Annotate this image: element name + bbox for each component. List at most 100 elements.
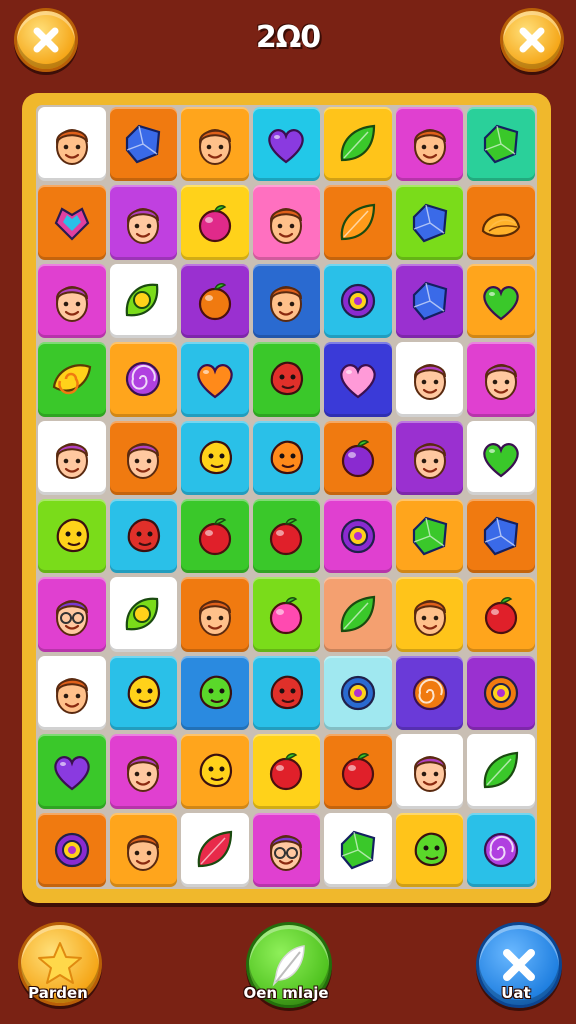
pardon-label: Parden — [28, 984, 88, 1002]
right-close-button[interactable] — [500, 8, 564, 72]
game-tile[interactable] — [252, 263, 321, 339]
game-tile[interactable] — [395, 420, 464, 495]
game-tile[interactable] — [467, 420, 535, 495]
game-tile[interactable] — [38, 499, 106, 574]
game-tile[interactable] — [467, 107, 535, 182]
game-tile[interactable] — [467, 342, 535, 417]
yellow-creature-icon — [56, 518, 89, 553]
face-man-icon — [270, 207, 303, 244]
game-tile[interactable] — [324, 499, 392, 574]
game-tile[interactable] — [38, 812, 106, 887]
face-man-icon — [270, 285, 303, 322]
pink-heart-icon — [340, 364, 376, 399]
pink-fruit-icon — [270, 596, 303, 634]
game-tile[interactable] — [467, 185, 535, 260]
game-tile[interactable] — [324, 734, 392, 809]
game-tile[interactable] — [467, 263, 535, 339]
game-tile[interactable] — [181, 499, 249, 574]
right-close-label: Uat — [501, 984, 531, 1002]
game-tile[interactable] — [395, 185, 464, 260]
game-tile[interactable] — [467, 655, 535, 731]
green-gem-icon — [412, 516, 447, 556]
game-tile[interactable] — [324, 107, 392, 182]
game-tile[interactable] — [467, 499, 535, 574]
game-tile[interactable] — [324, 342, 392, 417]
game-tile[interactable] — [181, 655, 249, 731]
face-woman-icon — [127, 207, 160, 244]
game-tile[interactable] — [467, 812, 535, 887]
face-woman-icon — [127, 756, 160, 793]
red-fruit-icon — [270, 753, 303, 791]
game-tile[interactable] — [109, 655, 178, 731]
purple-fruit-icon — [341, 439, 375, 477]
game-tile[interactable] — [252, 812, 321, 887]
game-tile[interactable] — [109, 499, 178, 574]
game-tile[interactable] — [38, 263, 106, 339]
game-tile[interactable] — [181, 812, 249, 887]
face-man-icon — [198, 599, 231, 636]
game-tile[interactable] — [324, 420, 392, 495]
game-tile[interactable] — [252, 734, 321, 809]
blue-ring-icon — [340, 675, 376, 711]
game-tile[interactable] — [38, 734, 106, 809]
game-tile[interactable] — [109, 342, 178, 417]
feather-icon — [272, 945, 305, 987]
game-tile[interactable] — [181, 185, 249, 260]
game-tile[interactable] — [324, 263, 392, 339]
game-tile[interactable] — [38, 420, 106, 495]
game-tile[interactable] — [395, 812, 464, 887]
game-tile[interactable] — [395, 263, 464, 339]
game-tile[interactable] — [181, 734, 249, 809]
game-tile[interactable] — [395, 342, 464, 417]
game-tile[interactable] — [109, 577, 178, 652]
game-tile[interactable] — [252, 107, 321, 182]
face-woman-icon — [127, 442, 160, 479]
game-tile[interactable] — [395, 107, 464, 182]
game-tile[interactable] — [109, 812, 178, 887]
orange-heart-icon — [197, 364, 233, 399]
game-tile[interactable] — [324, 185, 392, 260]
game-tile[interactable] — [38, 342, 106, 417]
green-leaf-icon — [484, 752, 519, 789]
game-tile[interactable] — [181, 420, 249, 495]
game-tile[interactable] — [324, 655, 392, 731]
game-tile[interactable] — [252, 185, 321, 260]
game-tile[interactable] — [109, 734, 178, 809]
game-tile[interactable] — [324, 577, 392, 652]
face-man-icon — [413, 129, 446, 166]
game-tile[interactable] — [181, 342, 249, 417]
game-tile[interactable] — [181, 577, 249, 652]
game-tile[interactable] — [252, 342, 321, 417]
game-tile[interactable] — [395, 577, 464, 652]
game-tile[interactable] — [252, 655, 321, 731]
game-tile[interactable] — [109, 420, 178, 495]
blue-gem-icon — [126, 124, 161, 164]
green-creature-icon — [414, 832, 447, 866]
game-tile[interactable] — [38, 185, 106, 260]
game-tile[interactable] — [395, 655, 464, 731]
game-tile[interactable] — [252, 577, 321, 652]
game-tile[interactable] — [109, 185, 178, 260]
game-tile[interactable] — [395, 734, 464, 809]
blue-gem-icon — [484, 516, 519, 556]
orange-ring-icon — [484, 675, 519, 711]
yellow-creature-icon — [128, 675, 161, 710]
face-woman-icon — [413, 442, 446, 479]
game-tile[interactable] — [181, 263, 249, 339]
red-creature-icon — [271, 675, 304, 710]
game-tile[interactable] — [38, 655, 106, 731]
game-tile[interactable] — [252, 420, 321, 495]
game-tile[interactable] — [38, 107, 106, 182]
orange-leaf-icon — [340, 203, 376, 240]
game-tile[interactable] — [467, 734, 535, 809]
game-tile[interactable] — [181, 107, 249, 182]
game-tile[interactable] — [324, 812, 392, 887]
game-tile[interactable] — [252, 499, 321, 574]
game-tile[interactable] — [395, 499, 464, 574]
game-tile[interactable] — [38, 577, 106, 652]
game-tile[interactable] — [109, 107, 178, 182]
game-tile[interactable] — [109, 263, 178, 339]
yellow-creature-icon — [199, 754, 232, 788]
magenta-fruit-icon — [198, 204, 232, 242]
game-tile[interactable] — [467, 577, 535, 652]
